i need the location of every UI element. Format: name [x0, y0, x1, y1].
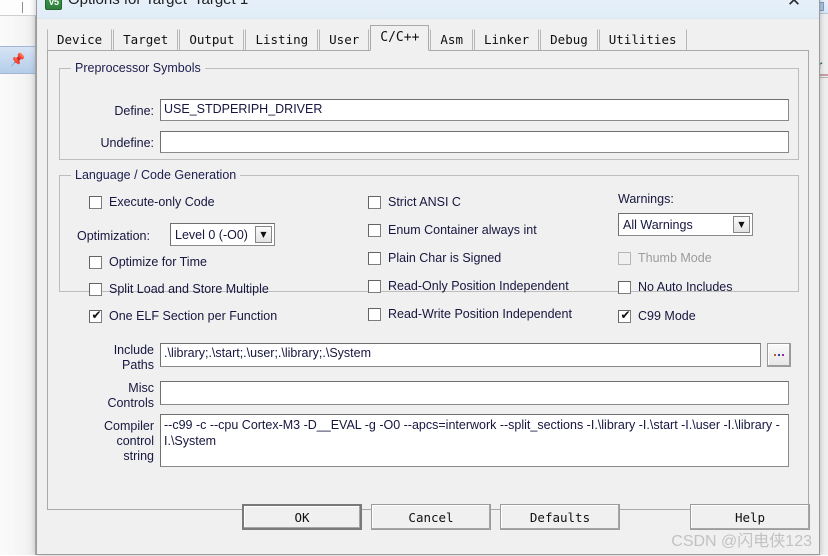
checkbox-label: Optimize for Time	[109, 255, 207, 269]
warnings-value: All Warnings	[619, 218, 731, 232]
tab-device[interactable]: Device	[47, 29, 112, 50]
define-label: Define:	[78, 104, 154, 118]
checkbox-read-only-position-independent[interactable]: Read-Only Position Independent	[368, 279, 569, 293]
compiler-control-string-label-line2: control	[66, 434, 154, 448]
preprocessor-symbols-title: Preprocessor Symbols	[71, 61, 205, 75]
tab-bar: Device Target Output Listing User C/C++ …	[47, 26, 809, 51]
checkbox-execute-only-code[interactable]: Execute-only Code	[89, 195, 215, 209]
checkbox-label: Thumb Mode	[638, 251, 712, 265]
checkbox-box	[368, 308, 381, 321]
language-code-generation-title: Language / Code Generation	[71, 168, 240, 182]
checkbox-box	[89, 283, 102, 296]
misc-controls-label-line2: Controls	[74, 396, 154, 410]
tab-debug[interactable]: Debug	[540, 29, 598, 50]
checkbox-box	[618, 281, 631, 294]
chevron-down-icon: ▼	[733, 216, 750, 233]
close-icon[interactable]: ✕	[777, 0, 811, 13]
tab-target[interactable]: Target	[113, 29, 178, 50]
tab-listing[interactable]: Listing	[245, 29, 318, 50]
include-paths-label-line1: Include	[74, 343, 154, 357]
warnings-label: Warnings:	[618, 192, 674, 206]
chevron-down-icon: ▼	[255, 226, 272, 243]
checkbox-no-auto-includes[interactable]: No Auto Includes	[618, 280, 733, 294]
misc-controls-input[interactable]	[160, 381, 789, 405]
help-button[interactable]: Help	[690, 504, 810, 530]
misc-controls-label-line1: Misc	[74, 381, 154, 395]
checkbox-label: Execute-only Code	[109, 195, 215, 209]
tab-user[interactable]: User	[319, 29, 369, 50]
ok-button[interactable]: OK	[242, 504, 362, 530]
checkbox-label: One ELF Section per Function	[109, 309, 277, 323]
checkbox-plain-char-is-signed[interactable]: Plain Char is Signed	[368, 251, 501, 265]
compiler-control-string-label-line1: Compiler	[66, 419, 154, 433]
keil-v5-icon: V5	[45, 0, 62, 10]
cancel-button[interactable]: Cancel	[371, 504, 491, 530]
tab-asm[interactable]: Asm	[430, 29, 473, 50]
optimization-value: Level 0 (-O0)	[171, 228, 253, 242]
bg-pin-tab[interactable]: 📌	[0, 46, 35, 74]
compiler-control-string-label-line3: string	[66, 449, 154, 463]
bg-left-panel: 📌	[0, 0, 36, 555]
compiler-control-string-box: --c99 -c --cpu Cortex-M3 -D__EVAL -g -O0…	[160, 414, 789, 467]
checkbox-read-write-position-independent[interactable]: Read-Write Position Independent	[368, 307, 572, 321]
checkbox-label: Enum Container always int	[388, 223, 537, 237]
checkbox-thumb-mode[interactable]: Thumb Mode	[618, 251, 712, 265]
defaults-button[interactable]: Defaults	[500, 504, 620, 530]
define-input[interactable]: USE_STDPERIPH_DRIVER	[160, 99, 789, 121]
checkbox-label: Strict ANSI C	[388, 195, 461, 209]
tab-utilities[interactable]: Utilities	[599, 29, 687, 50]
checkbox-box	[89, 310, 102, 323]
checkbox-optimize-for-time[interactable]: Optimize for Time	[89, 255, 207, 269]
undefine-label: Undefine:	[78, 136, 154, 150]
checkbox-box	[618, 252, 631, 265]
checkbox-label: C99 Mode	[638, 309, 696, 323]
checkbox-box	[89, 196, 102, 209]
undefine-input[interactable]	[160, 131, 789, 153]
checkbox-one-elf-section-per-function[interactable]: One ELF Section per Function	[89, 309, 277, 323]
bg-left-toolbar	[0, 0, 36, 16]
pin-icon: 📌	[10, 54, 25, 67]
checkbox-enum-container-always-int[interactable]: Enum Container always int	[368, 223, 537, 237]
checkbox-box	[89, 256, 102, 269]
dialog-titlebar: V5 Options for Target 'Target 1' ✕	[37, 0, 819, 19]
checkbox-split-load-and-store-multiple[interactable]: Split Load and Store Multiple	[89, 282, 269, 296]
checkbox-label: Read-Write Position Independent	[388, 307, 572, 321]
checkbox-box	[368, 280, 381, 293]
c-cpp-panel: Preprocessor Symbols Define: USE_STDPERI…	[47, 51, 809, 510]
checkbox-box	[368, 252, 381, 265]
checkbox-label: Plain Char is Signed	[388, 251, 501, 265]
tab-c-cpp[interactable]: C/C++	[370, 25, 429, 51]
checkbox-strict-ansi-c[interactable]: Strict ANSI C	[368, 195, 461, 209]
include-paths-input[interactable]: .\library;.\start;.\user;.\library;.\Sys…	[160, 343, 761, 367]
dialog-title: Options for Target 'Target 1'	[68, 0, 251, 8]
checkbox-c99-mode[interactable]: C99 Mode	[618, 309, 696, 323]
tab-output[interactable]: Output	[179, 29, 244, 50]
include-paths-label-line2: Paths	[74, 358, 154, 372]
checkbox-label: Split Load and Store Multiple	[109, 282, 269, 296]
tab-linker[interactable]: Linker	[474, 29, 539, 50]
checkbox-box	[618, 310, 631, 323]
optimization-label: Optimization:	[77, 229, 150, 243]
include-paths-browse-button[interactable]	[767, 343, 791, 367]
options-for-target-dialog: V5 Options for Target 'Target 1' ✕ Devic…	[36, 0, 820, 555]
bg-left-separator	[22, 2, 23, 13]
checkbox-label: No Auto Includes	[638, 280, 733, 294]
dialog-button-row: OK Cancel Defaults Help	[37, 502, 821, 556]
checkbox-box	[368, 196, 381, 209]
optimization-select[interactable]: Level 0 (-O0) ▼	[170, 223, 275, 246]
checkbox-box	[368, 224, 381, 237]
checkbox-label: Read-Only Position Independent	[388, 279, 569, 293]
warnings-select[interactable]: All Warnings ▼	[618, 213, 753, 236]
